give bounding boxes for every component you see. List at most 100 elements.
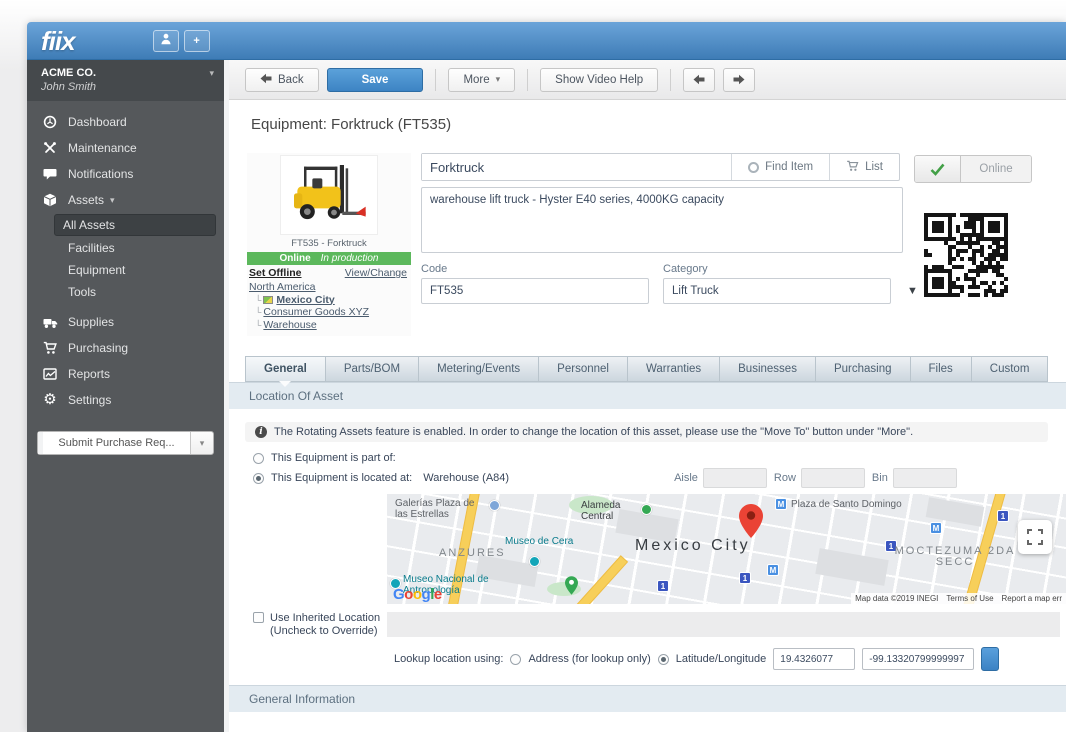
sidebar-item-label: Settings bbox=[68, 393, 111, 407]
list-label: List bbox=[865, 161, 883, 173]
aisle-input[interactable] bbox=[703, 468, 767, 488]
info-icon: i bbox=[255, 426, 267, 438]
tab-businesses[interactable]: Businesses bbox=[720, 356, 816, 382]
find-item-label: Find Item bbox=[765, 161, 813, 173]
tree-elbow-icon: └ bbox=[255, 319, 261, 332]
qr-code bbox=[924, 213, 1010, 299]
latitude-input[interactable] bbox=[773, 648, 855, 670]
sidebar-subitem-facilities[interactable]: Facilities bbox=[27, 237, 224, 259]
category-input[interactable] bbox=[663, 278, 891, 304]
sidebar-item-settings[interactable]: ⚙ Settings bbox=[27, 387, 224, 413]
latlong-lookup-radio[interactable] bbox=[658, 654, 669, 665]
code-label: Code bbox=[421, 263, 649, 275]
lookup-go-button[interactable] bbox=[981, 647, 999, 671]
tab-warranties[interactable]: Warranties bbox=[628, 356, 720, 382]
part-of-radio[interactable] bbox=[253, 453, 264, 464]
row-input[interactable] bbox=[801, 468, 865, 488]
more-button[interactable]: More ▾ bbox=[448, 68, 515, 92]
google-logo: Google bbox=[393, 586, 442, 603]
truck-icon bbox=[41, 316, 59, 329]
map-attribution: Map data ©2019 INEGI Terms of Use Report… bbox=[851, 593, 1066, 604]
tree-link-city[interactable]: Mexico City bbox=[276, 294, 334, 307]
previous-record-button[interactable] bbox=[683, 68, 715, 92]
set-offline-link[interactable]: Set Offline bbox=[249, 267, 302, 279]
part-of-label: This Equipment is part of: bbox=[271, 452, 396, 464]
tab-purchasing[interactable]: Purchasing bbox=[816, 356, 911, 382]
fiix-logo[interactable]: fiix bbox=[41, 23, 75, 59]
list-button[interactable]: List bbox=[829, 154, 899, 180]
sidebar-item-assets[interactable]: Assets ▾ bbox=[27, 187, 224, 213]
uncheck-to-override-note: (Uncheck to Override) bbox=[253, 625, 387, 638]
fullscreen-button[interactable] bbox=[1018, 520, 1052, 554]
latlong-lookup-label: Latitude/Longitude bbox=[676, 653, 767, 665]
chevron-down-icon: ▾ bbox=[209, 68, 214, 79]
description-textarea[interactable]: warehouse lift truck - Hyster E40 series… bbox=[421, 187, 903, 253]
route-badge: 1 bbox=[997, 510, 1009, 522]
back-button[interactable]: Back bbox=[245, 68, 319, 92]
view-change-link[interactable]: View/Change bbox=[345, 267, 407, 279]
dashboard-icon bbox=[41, 115, 59, 129]
code-input[interactable] bbox=[421, 278, 649, 304]
bin-input[interactable] bbox=[893, 468, 957, 488]
terms-of-use-link[interactable]: Terms of Use bbox=[946, 594, 993, 603]
status-badge: Online In production bbox=[247, 252, 411, 265]
org-switcher[interactable]: ACME CO. John Smith ▾ bbox=[27, 60, 224, 101]
user-button[interactable] bbox=[153, 30, 179, 52]
section-general-information: General Information bbox=[229, 685, 1066, 712]
tab-general[interactable]: General bbox=[245, 356, 326, 382]
map-label-moctezuma: MOCTEZUMA 2DA SECC bbox=[885, 546, 1025, 568]
sidebar-item-label: Dashboard bbox=[68, 115, 127, 129]
sidebar-item-reports[interactable]: Reports bbox=[27, 361, 224, 387]
located-at-label: This Equipment is located at: bbox=[271, 472, 412, 484]
sidebar: ACME CO. John Smith ▾ Dashboard Maintena… bbox=[27, 60, 224, 732]
user-icon bbox=[159, 32, 173, 49]
section-location-of-asset: Location Of Asset bbox=[229, 382, 1066, 409]
toolbar-separator bbox=[670, 69, 671, 91]
sidebar-item-supplies[interactable]: Supplies bbox=[27, 309, 224, 335]
sidebar-subitem-equipment[interactable]: Equipment bbox=[27, 259, 224, 281]
tab-metering-events[interactable]: Metering/Events bbox=[419, 356, 539, 382]
tree-link-business[interactable]: Consumer Goods XYZ bbox=[263, 306, 369, 319]
page-body: Equipment: Forktruck (FT535) bbox=[229, 100, 1066, 732]
rotating-assets-notice: i The Rotating Assets feature is enabled… bbox=[245, 422, 1048, 442]
sidebar-item-dashboard[interactable]: Dashboard bbox=[27, 109, 224, 135]
app-header: fiix + bbox=[27, 22, 1066, 60]
show-video-help-button[interactable]: Show Video Help bbox=[540, 68, 658, 92]
cart-icon bbox=[846, 160, 859, 175]
sidebar-item-purchasing[interactable]: Purchasing bbox=[27, 335, 224, 361]
sidebar-item-label: Notifications bbox=[68, 167, 133, 181]
submit-purchase-req-button[interactable]: Submit Purchase Req... ▾ bbox=[37, 431, 214, 455]
sidebar-item-maintenance[interactable]: Maintenance bbox=[27, 135, 224, 161]
next-record-button[interactable] bbox=[723, 68, 755, 92]
report-map-error-link[interactable]: Report a map err bbox=[1002, 594, 1062, 603]
tree-link-facility[interactable]: Warehouse bbox=[263, 319, 316, 332]
chevron-down-icon: ▾ bbox=[496, 74, 501, 85]
tab-files[interactable]: Files bbox=[911, 356, 972, 382]
company-name: ACME CO. bbox=[41, 67, 214, 79]
sidebar-subitem-all-assets[interactable]: All Assets bbox=[54, 214, 216, 236]
use-inherited-location-checkbox[interactable] bbox=[253, 612, 264, 623]
page-title: Equipment: Forktruck (FT535) bbox=[251, 116, 1066, 133]
tree-link-region[interactable]: North America bbox=[249, 281, 316, 294]
chevron-down-icon[interactable]: ▾ bbox=[191, 432, 213, 454]
find-item-button[interactable]: Find Item bbox=[731, 154, 829, 180]
tab-parts-bom[interactable]: Parts/BOM bbox=[326, 356, 419, 382]
asset-image[interactable] bbox=[280, 155, 378, 235]
address-lookup-radio[interactable] bbox=[510, 654, 521, 665]
map-label-plaza: Plaza de Santo Domingo bbox=[791, 499, 941, 510]
metro-badge: M bbox=[767, 564, 779, 576]
add-button[interactable]: + bbox=[184, 30, 210, 52]
sidebar-item-notifications[interactable]: Notifications bbox=[27, 161, 224, 187]
save-button[interactable]: Save bbox=[327, 68, 424, 92]
google-map[interactable]: Galerías Plaza de las Estrellas ANZURES … bbox=[387, 494, 1066, 604]
asset-name-input[interactable] bbox=[422, 154, 731, 180]
map-block bbox=[815, 548, 888, 586]
online-toggle-button[interactable]: Online bbox=[914, 155, 1032, 183]
tab-personnel[interactable]: Personnel bbox=[539, 356, 628, 382]
longitude-input[interactable] bbox=[862, 648, 974, 670]
tab-custom[interactable]: Custom bbox=[972, 356, 1049, 382]
located-at-radio[interactable] bbox=[253, 473, 264, 484]
gear-icon: ⚙ bbox=[41, 393, 59, 407]
metro-badge: M bbox=[775, 498, 787, 510]
sidebar-subitem-tools[interactable]: Tools bbox=[27, 281, 224, 303]
